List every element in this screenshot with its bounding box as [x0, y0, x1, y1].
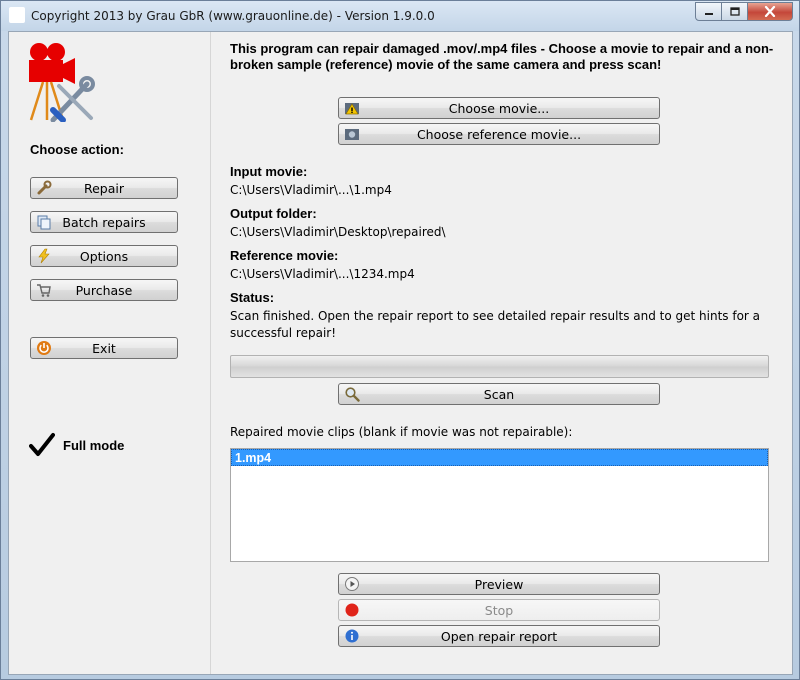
warning-film-icon — [345, 103, 359, 115]
status-label: Status: — [230, 290, 275, 305]
minimize-icon — [704, 12, 713, 15]
minimize-button[interactable] — [695, 2, 722, 21]
batch-repairs-button-label: Batch repairs — [62, 214, 146, 230]
client-area: Choose action: Repair Batch repairs Opti… — [8, 31, 793, 675]
play-icon — [345, 577, 359, 591]
full-mode-label: Full mode — [63, 437, 125, 453]
batch-repairs-button[interactable]: Batch repairs — [30, 211, 178, 233]
preview-button-label: Preview — [474, 576, 524, 592]
magnifier-icon — [345, 387, 360, 402]
preview-button[interactable]: Preview — [338, 573, 660, 595]
choose-movie-button[interactable]: Choose movie... — [338, 97, 660, 119]
stop-button-label: Stop — [484, 602, 514, 618]
input-movie-path: C:\Users\Vladimir\...\1.mp4 — [230, 183, 392, 197]
reference-movie-path: C:\Users\Vladimir\...\1234.mp4 — [230, 267, 415, 281]
choose-movie-label: Choose movie... — [448, 100, 550, 116]
output-folder-label: Output folder: — [230, 206, 317, 221]
repaired-clips-list[interactable]: 1.mp4 — [230, 448, 769, 562]
maximize-button[interactable] — [721, 2, 748, 21]
window-title: Copyright 2013 by Grau GbR (www.grauonli… — [31, 9, 435, 23]
title-bar[interactable]: Copyright 2013 by Grau GbR (www.grauonli… — [1, 1, 799, 31]
reference-movie-label: Reference movie: — [230, 248, 339, 263]
stop-icon — [345, 603, 359, 617]
input-movie-label: Input movie: — [230, 164, 308, 179]
exit-button[interactable]: Exit — [30, 337, 178, 359]
open-repair-report-label: Open repair report — [440, 628, 558, 644]
repair-button-label: Repair — [83, 180, 125, 196]
repair-button[interactable]: Repair — [30, 177, 178, 199]
progress-bar — [230, 355, 769, 378]
scan-button-label: Scan — [483, 386, 515, 402]
maximize-icon — [729, 6, 740, 16]
close-button[interactable] — [747, 2, 793, 21]
scan-button[interactable]: Scan — [338, 383, 660, 405]
documents-icon — [37, 215, 51, 230]
choose-action-heading: Choose action: — [30, 142, 124, 157]
sidebar: Choose action: Repair Batch repairs Opti… — [9, 32, 211, 674]
list-item[interactable]: 1.mp4 — [231, 449, 768, 466]
stop-button[interactable]: Stop — [338, 599, 660, 621]
film-icon — [345, 129, 359, 140]
close-icon — [764, 6, 776, 17]
intro-text: This program can repair damaged .mov/.mp… — [230, 41, 774, 72]
shopping-cart-icon — [37, 284, 51, 297]
info-icon — [345, 629, 359, 643]
lightning-icon — [38, 248, 50, 264]
output-folder-path: C:\Users\Vladimir\Desktop\repaired\ — [230, 225, 446, 239]
power-icon — [37, 341, 51, 355]
options-button[interactable]: Options — [30, 245, 178, 267]
status-message: Scan finished. Open the repair report to… — [230, 309, 761, 340]
purchase-button-label: Purchase — [75, 282, 133, 298]
app-icon — [9, 7, 25, 23]
app-window: Copyright 2013 by Grau GbR (www.grauonli… — [0, 0, 800, 680]
repaired-clips-label: Repaired movie clips (blank if movie was… — [230, 425, 573, 439]
full-mode-indicator: Full mode — [29, 432, 124, 458]
options-button-label: Options — [79, 248, 129, 264]
checkmark-icon — [29, 433, 55, 456]
open-repair-report-button[interactable]: Open repair report — [338, 625, 660, 647]
main-panel: This program can repair damaged .mov/.mp… — [230, 32, 790, 674]
exit-button-label: Exit — [92, 340, 116, 356]
purchase-button[interactable]: Purchase — [30, 279, 178, 301]
choose-reference-label: Choose reference movie... — [416, 126, 582, 142]
choose-reference-movie-button[interactable]: Choose reference movie... — [338, 123, 660, 145]
movie-camera-repair-logo — [29, 43, 95, 122]
wrench-icon — [37, 180, 52, 195]
